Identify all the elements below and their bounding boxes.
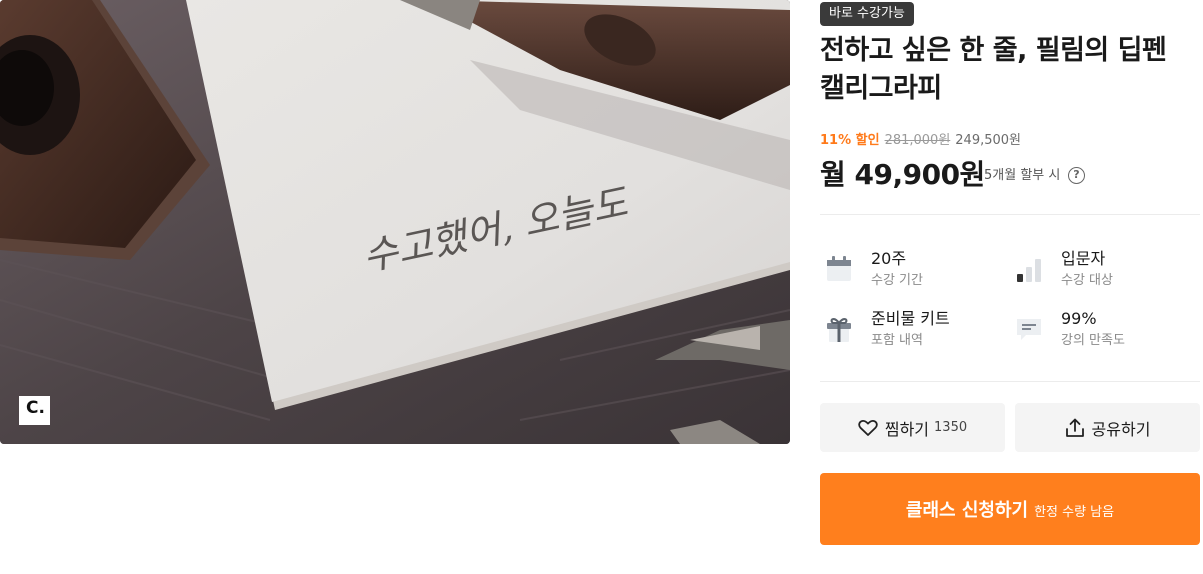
monthly-price: 월 49,900원 <box>820 158 985 191</box>
original-price: 281,000원 <box>884 133 951 148</box>
like-button[interactable]: 찜하기 1350 <box>820 403 1005 452</box>
class-title: 전하고 싶은 한 줄, 필림의 딥펜 캘리그라피 <box>820 35 1167 104</box>
kit-value: 준비물 키트 <box>871 309 950 328</box>
cover-illustration: 수고했어, 오늘도 <box>0 0 790 444</box>
class-cover-image: 수고했어, 오늘도 C. <box>0 0 790 444</box>
share-button[interactable]: 공유하기 <box>1015 403 1200 452</box>
satisfaction-value: 99% <box>1061 309 1097 328</box>
duration-value: 20주 <box>871 249 907 268</box>
sale-price: 249,500원 <box>955 133 1021 148</box>
enroll-label: 클래스 신청하기 <box>905 500 1029 521</box>
kit-label: 포함 내역 <box>871 333 923 348</box>
like-label: 찜하기 <box>884 419 930 439</box>
info-level: 입문자 수강 대상 <box>1010 248 1190 292</box>
enroll-button[interactable]: 클래스 신청하기 한정 수량 남음 <box>820 473 1200 545</box>
duration-label: 수강 기간 <box>871 273 923 288</box>
divider <box>820 214 1200 215</box>
price-row: 11% 할인 281,000원 249,500원 <box>820 131 1021 151</box>
level-value: 입문자 <box>1061 249 1106 268</box>
message-icon <box>1017 319 1041 340</box>
info-satisfaction: 99% 강의 만족도 <box>1010 308 1190 352</box>
brand-logo: C. <box>19 396 50 425</box>
heart-icon <box>858 419 878 436</box>
share-icon <box>1065 418 1084 437</box>
class-info-panel: 바로 수강가능 전하고 싶은 한 줄, 필림의 딥펜 캘리그라피 11% 할인 2… <box>820 0 1200 574</box>
discount-rate: 11% 할인 <box>820 133 880 148</box>
help-icon[interactable]: ? <box>1068 167 1085 184</box>
installment-note: 5개월 할부 시 <box>984 168 1061 183</box>
brand-logo-text: C. <box>26 398 45 418</box>
limited-stock-note: 한정 수량 남음 <box>1034 505 1115 520</box>
level-label: 수강 대상 <box>1061 273 1113 288</box>
availability-badge: 바로 수강가능 <box>820 2 914 26</box>
satisfaction-label: 강의 만족도 <box>1061 333 1125 348</box>
like-count: 1350 <box>934 420 968 435</box>
info-kit: 준비물 키트 포함 내역 <box>820 308 1000 352</box>
share-label: 공유하기 <box>1091 419 1151 439</box>
info-duration: 20주 수강 기간 <box>820 248 1000 292</box>
gift-icon <box>827 318 851 342</box>
calendar-icon <box>827 256 851 281</box>
divider <box>820 381 1200 382</box>
level-bars-icon <box>1017 259 1041 282</box>
